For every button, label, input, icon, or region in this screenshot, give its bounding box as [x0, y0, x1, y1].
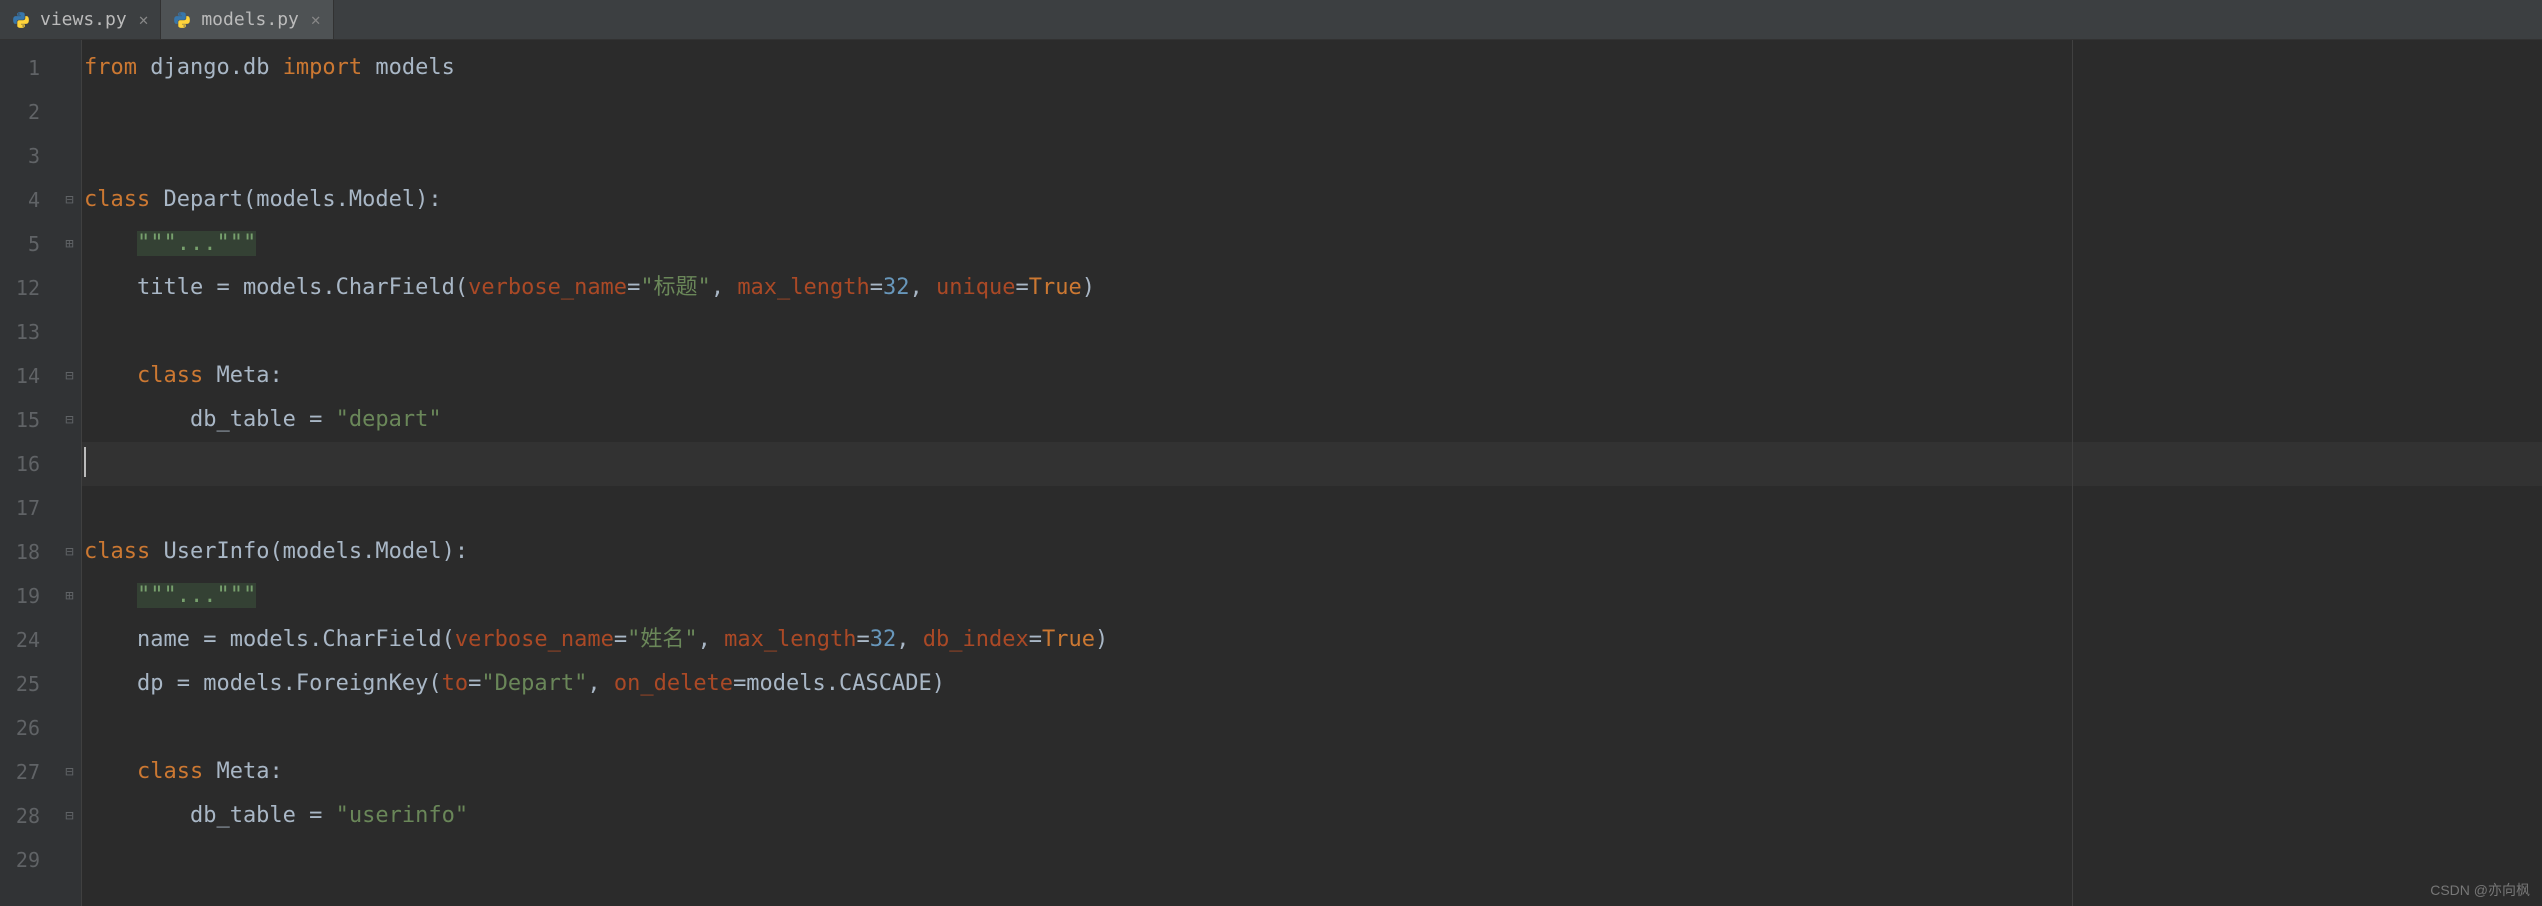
close-icon[interactable]: ✕: [311, 10, 321, 29]
line-gutter: 1 2 3 4 5 12 13 14 15 16 17 18 19 24 25 …: [0, 40, 58, 906]
fold-spacer: [58, 266, 81, 310]
line-number: 18: [0, 530, 58, 574]
fold-gutter: ⊟ ⊞ ⊟ ⊟ ⊟ ⊞ ⊟ ⊟: [58, 40, 82, 906]
line-number: 25: [0, 662, 58, 706]
line-number: 19: [0, 574, 58, 618]
code-line[interactable]: db_table = "depart": [82, 398, 2542, 442]
tab-label: views.py: [40, 9, 127, 30]
line-number: 24: [0, 618, 58, 662]
code-line[interactable]: [82, 486, 2542, 530]
line-number: 28: [0, 794, 58, 838]
fold-spacer: [58, 618, 81, 662]
fold-collapse-icon[interactable]: ⊟: [58, 354, 81, 398]
line-number: 16: [0, 442, 58, 486]
right-margin-line: [2072, 40, 2073, 906]
fold-spacer: [58, 706, 81, 750]
code-line-current[interactable]: [82, 442, 2542, 486]
tab-views[interactable]: views.py ✕: [0, 0, 161, 39]
fold-spacer: [58, 90, 81, 134]
line-number: 4: [0, 178, 58, 222]
line-number: 12: [0, 266, 58, 310]
code-area[interactable]: from django.db import models class Depar…: [82, 40, 2542, 906]
fold-spacer: [58, 46, 81, 90]
code-line[interactable]: name = models.CharField(verbose_name="姓名…: [82, 618, 2542, 662]
tabs-bar: views.py ✕ models.py ✕: [0, 0, 2542, 40]
line-number: 13: [0, 310, 58, 354]
fold-expand-icon[interactable]: ⊞: [58, 222, 81, 266]
code-line[interactable]: class Meta:: [82, 750, 2542, 794]
line-number: 2: [0, 90, 58, 134]
fold-spacer: [58, 662, 81, 706]
fold-expand-icon[interactable]: ⊞: [58, 574, 81, 618]
fold-spacer: [58, 310, 81, 354]
code-line[interactable]: [82, 134, 2542, 178]
fold-collapse-icon[interactable]: ⊟: [58, 750, 81, 794]
line-number: 27: [0, 750, 58, 794]
line-number: 26: [0, 706, 58, 750]
editor-container: 1 2 3 4 5 12 13 14 15 16 17 18 19 24 25 …: [0, 40, 2542, 906]
code-line[interactable]: dp = models.ForeignKey(to="Depart", on_d…: [82, 662, 2542, 706]
line-number: 3: [0, 134, 58, 178]
line-number: 5: [0, 222, 58, 266]
code-line[interactable]: class Meta:: [82, 354, 2542, 398]
code-line[interactable]: """...""": [82, 222, 2542, 266]
fold-collapse-icon[interactable]: ⊟: [58, 178, 81, 222]
code-line[interactable]: [82, 310, 2542, 354]
line-number: 14: [0, 354, 58, 398]
text-cursor: [84, 447, 86, 477]
code-line[interactable]: title = models.CharField(verbose_name="标…: [82, 266, 2542, 310]
python-icon: [12, 10, 32, 30]
fold-spacer: [58, 442, 81, 486]
line-number: 15: [0, 398, 58, 442]
python-icon: [173, 10, 193, 30]
line-number: 17: [0, 486, 58, 530]
line-number: 29: [0, 838, 58, 882]
tab-label: models.py: [201, 9, 299, 30]
line-number: 1: [0, 46, 58, 90]
watermark: CSDN @亦向枫: [2430, 880, 2530, 900]
fold-spacer: [58, 838, 81, 882]
fold-spacer: [58, 486, 81, 530]
code-line[interactable]: class Depart(models.Model):: [82, 178, 2542, 222]
code-line[interactable]: from django.db import models: [82, 46, 2542, 90]
code-line[interactable]: """...""": [82, 574, 2542, 618]
fold-collapse-icon[interactable]: ⊟: [58, 794, 81, 838]
tab-models[interactable]: models.py ✕: [161, 0, 333, 39]
fold-collapse-icon[interactable]: ⊟: [58, 530, 81, 574]
code-line[interactable]: class UserInfo(models.Model):: [82, 530, 2542, 574]
fold-spacer: [58, 134, 81, 178]
close-icon[interactable]: ✕: [139, 10, 149, 29]
code-line[interactable]: db_table = "userinfo": [82, 794, 2542, 838]
code-line[interactable]: [82, 706, 2542, 750]
code-line[interactable]: [82, 90, 2542, 134]
fold-collapse-icon[interactable]: ⊟: [58, 398, 81, 442]
code-line[interactable]: [82, 838, 2542, 882]
